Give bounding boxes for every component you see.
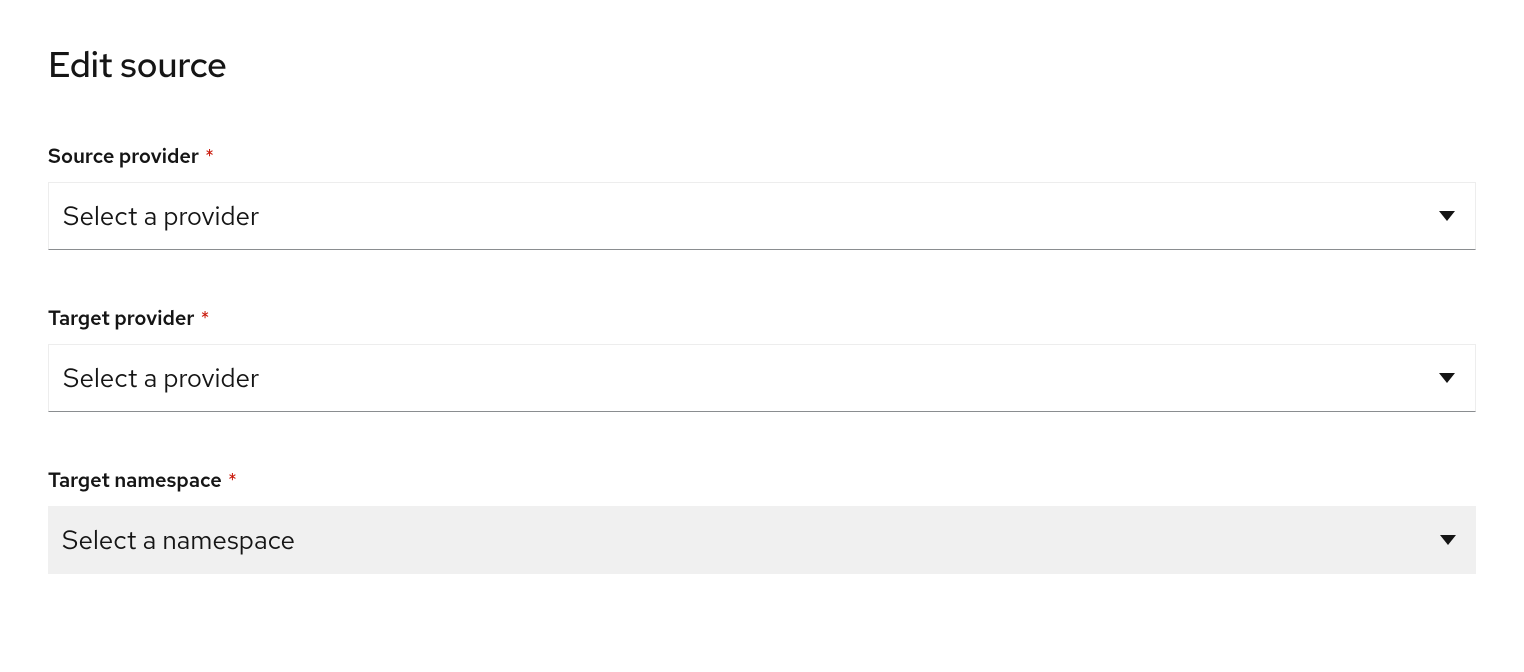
target-namespace-group: Target namespace* Select a namespace [48, 468, 1476, 574]
target-namespace-label-text: Target namespace [48, 468, 222, 494]
required-asterisk-icon: * [201, 306, 210, 332]
target-provider-placeholder: Select a provider [63, 361, 1439, 395]
target-provider-select[interactable]: Select a provider [48, 344, 1476, 412]
caret-down-icon [1439, 211, 1455, 221]
source-provider-placeholder: Select a provider [63, 199, 1439, 233]
required-asterisk-icon: * [205, 144, 214, 170]
target-namespace-label: Target namespace* [48, 468, 1476, 494]
target-namespace-placeholder: Select a namespace [62, 523, 1440, 557]
caret-down-icon [1440, 535, 1456, 545]
source-provider-select[interactable]: Select a provider [48, 182, 1476, 250]
source-provider-label: Source provider* [48, 144, 1476, 170]
source-provider-group: Source provider* Select a provider [48, 144, 1476, 250]
target-provider-group: Target provider* Select a provider [48, 306, 1476, 412]
target-namespace-select: Select a namespace [48, 506, 1476, 574]
caret-down-icon [1439, 373, 1455, 383]
target-provider-label: Target provider* [48, 306, 1476, 332]
target-provider-label-text: Target provider [48, 306, 195, 332]
required-asterisk-icon: * [228, 468, 237, 494]
source-provider-label-text: Source provider [48, 144, 199, 170]
page-title: Edit source [48, 40, 1476, 88]
